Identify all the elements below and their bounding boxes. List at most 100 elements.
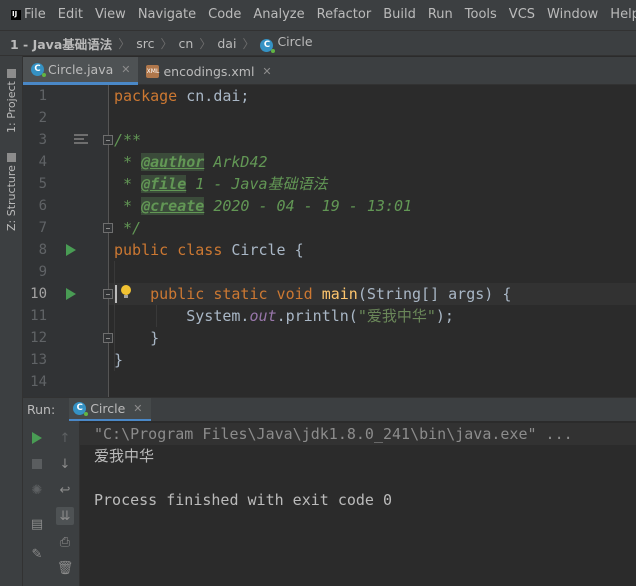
play-icon — [32, 432, 42, 444]
menu-build[interactable]: Build — [377, 0, 422, 30]
java-class-icon: C — [73, 401, 89, 416]
run-panel-label: Run: — [27, 402, 56, 417]
project-tool-label: 1: Project — [5, 81, 18, 134]
line-number: 2 — [38, 110, 47, 126]
line-number: 12 — [30, 330, 47, 346]
rerun-button[interactable] — [28, 429, 46, 447]
line-number: 4 — [38, 154, 47, 170]
fold-icon[interactable] — [103, 223, 113, 233]
menu-run[interactable]: Run — [422, 0, 459, 30]
stop-icon — [32, 459, 42, 469]
run-tab-circle[interactable]: C Circle ✕ — [69, 397, 151, 422]
stop-button[interactable] — [28, 455, 46, 473]
structure-icon — [7, 152, 16, 162]
code-line: public static void main(String[] args) { — [150, 285, 512, 303]
code-line: public class Circle { — [114, 241, 304, 259]
run-main-icon[interactable] — [66, 288, 76, 300]
line-number: 5 — [38, 176, 47, 192]
tab-label: Circle.java — [48, 62, 114, 77]
line-number: 11 — [30, 308, 47, 324]
code-line: * @create 2020 - 04 - 19 - 13:01 — [114, 197, 413, 215]
text-caret — [115, 285, 117, 303]
javadoc-render-icon[interactable] — [74, 134, 88, 146]
run-class-icon[interactable] — [66, 244, 76, 256]
run-toolbar-primary: ✺ ▤ ✎ — [23, 421, 51, 586]
pin-button[interactable]: ✎ — [28, 545, 46, 563]
run-toolbar-secondary: ↑ ↓ ↩ ⇊ ⎙ 🗑 — [51, 421, 80, 586]
code-editor[interactable]: 1 2 3 4 5 6 7 8 9 10 11 12 13 14 package… — [23, 85, 636, 397]
trash-button[interactable]: 🗑 — [56, 559, 74, 577]
breadcrumb-separator-icon: 〉 — [118, 36, 131, 51]
menu-file[interactable]: File — [18, 0, 52, 30]
debug-button[interactable]: ✺ — [28, 481, 46, 499]
console-output-line: 爱我中华 — [94, 447, 155, 465]
lightbulb-icon[interactable] — [121, 285, 131, 298]
line-number: 10 — [30, 286, 47, 302]
menu-edit[interactable]: Edit — [52, 0, 89, 30]
line-number: 3 — [38, 132, 47, 148]
run-panel-header: Run: C Circle ✕ — [23, 397, 636, 422]
soft-wrap-button[interactable]: ↩ — [56, 481, 74, 499]
folder-icon — [7, 68, 16, 78]
tab-circle-java[interactable]: C Circle.java ✕ — [23, 57, 139, 85]
breadcrumb-file-label: Circle — [277, 34, 313, 49]
code-line: package cn.dai; — [114, 87, 250, 105]
breadcrumb-src[interactable]: src — [136, 36, 154, 51]
close-icon[interactable]: ✕ — [133, 402, 142, 415]
fold-icon[interactable] — [103, 135, 113, 145]
tab-label: encodings.xml — [163, 63, 255, 79]
tab-encodings-xml[interactable]: XML encodings.xml ✕ — [138, 57, 279, 85]
gutter-divider — [108, 85, 109, 397]
editor-tab-bar: C Circle.java ✕ XML encodings.xml ✕ — [23, 57, 636, 85]
menu-vcs[interactable]: VCS — [503, 0, 541, 30]
code-line: } — [114, 351, 124, 369]
fold-icon[interactable] — [103, 333, 113, 343]
code-line: * @author ArkD42 — [114, 153, 268, 171]
scroll-up-button[interactable]: ↑ — [56, 429, 74, 447]
java-class-icon: C — [31, 63, 46, 77]
run-tab-label: Circle — [90, 400, 126, 416]
close-icon[interactable]: ✕ — [121, 63, 130, 76]
breadcrumb-project[interactable]: 1 - Java基础语法 — [10, 34, 112, 53]
code-line: */ — [114, 219, 142, 237]
menu-view[interactable]: View — [89, 0, 132, 30]
code-line: } — [114, 329, 160, 347]
structure-tool-label: Z: Structure — [5, 165, 18, 232]
java-class-icon: C — [260, 39, 276, 53]
breadcrumb-separator-icon: 〉 — [199, 36, 212, 51]
breadcrumb-separator-icon: 〉 — [160, 36, 173, 51]
scroll-down-button[interactable]: ↓ — [56, 455, 74, 473]
left-tool-strip: 1: Project Z: Structure — [0, 56, 23, 586]
line-number: 14 — [30, 374, 47, 390]
breadcrumb-file[interactable]: C Circle — [260, 34, 313, 53]
breadcrumb-dai[interactable]: dai — [217, 36, 236, 51]
xml-file-icon: XML — [146, 64, 160, 78]
breadcrumb-cn[interactable]: cn — [179, 36, 194, 51]
menu-help[interactable]: Help — [604, 0, 636, 30]
console-exit-line: Process finished with exit code 0 — [94, 491, 393, 509]
menu-bar: IJ File Edit View Navigate Code Analyze … — [0, 0, 636, 30]
project-tool-tab[interactable]: 1: Project — [2, 66, 21, 136]
menu-tools[interactable]: Tools — [459, 0, 503, 30]
console-command-line: "C:\Program Files\Java\jdk1.8.0_241\bin\… — [94, 425, 573, 443]
menu-refactor[interactable]: Refactor — [311, 0, 378, 30]
scroll-to-end-button[interactable]: ⇊ — [56, 507, 74, 525]
breadcrumb-separator-icon: 〉 — [242, 36, 255, 51]
menu-code[interactable]: Code — [202, 0, 247, 30]
run-console[interactable]: "C:\Program Files\Java\jdk1.8.0_241\bin\… — [80, 421, 636, 586]
print-button[interactable]: ⎙ — [56, 533, 74, 551]
breadcrumb: 1 - Java基础语法 〉 src 〉 cn 〉 dai 〉 C Circle — [0, 30, 636, 56]
line-number: 7 — [38, 220, 47, 236]
line-number: 1 — [38, 88, 47, 104]
line-number: 13 — [30, 352, 47, 368]
structure-tool-tab[interactable]: Z: Structure — [2, 151, 21, 233]
fold-icon[interactable] — [103, 289, 113, 299]
close-icon[interactable]: ✕ — [262, 65, 271, 78]
menu-analyze[interactable]: Analyze — [247, 0, 310, 30]
menu-navigate[interactable]: Navigate — [132, 0, 202, 30]
layout-button[interactable]: ▤ — [28, 515, 46, 533]
line-number: 6 — [38, 198, 47, 214]
menu-window[interactable]: Window — [541, 0, 604, 30]
line-number: 8 — [38, 242, 47, 258]
code-line: * @file 1 - Java基础语法 — [114, 175, 328, 193]
